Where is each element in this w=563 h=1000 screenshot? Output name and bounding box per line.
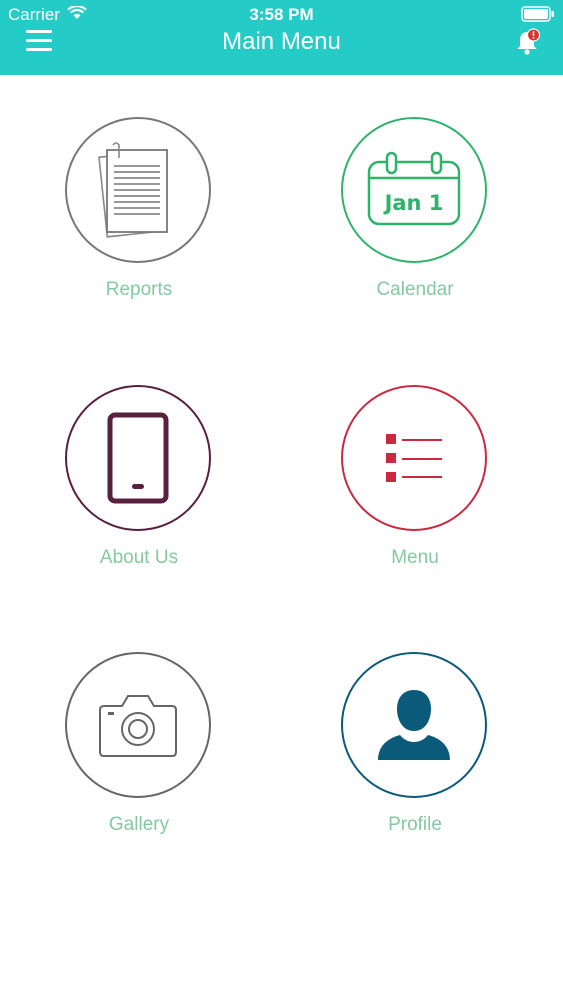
- tile-label: Reports: [105, 279, 173, 300]
- tile-about-us[interactable]: About Us: [39, 385, 239, 585]
- tile-label: Gallery: [108, 814, 170, 835]
- battery-icon: [521, 6, 554, 22]
- tile-label: About Us: [99, 547, 179, 568]
- status-bar: Carrier 3:58 PM: [0, 0, 563, 28]
- list-icon: [386, 434, 442, 482]
- tile-label: Calendar: [376, 279, 454, 300]
- calendar-icon-circle: Jan 1: [341, 117, 487, 263]
- about-icon-circle: [65, 385, 211, 531]
- reports-icon-circle: [65, 117, 211, 263]
- gallery-icon-circle: [65, 652, 211, 798]
- calendar-date-text: Jan 1: [383, 191, 444, 215]
- document-stack-icon: [98, 142, 168, 238]
- tile-label: Profile: [388, 814, 442, 835]
- tile-profile[interactable]: Profile: [315, 652, 515, 852]
- tile-calendar[interactable]: Jan 1 Calendar: [315, 117, 515, 317]
- page-title: Main Menu: [222, 28, 341, 55]
- tablet-icon: [107, 412, 169, 504]
- header-bar: Carrier 3:58 PM Main Menu: [0, 0, 563, 75]
- calendar-icon: Jan 1: [367, 151, 461, 226]
- camera-icon: [99, 695, 177, 757]
- tile-menu[interactable]: Menu: [315, 385, 515, 585]
- menu-icon-circle: [341, 385, 487, 531]
- tile-label: Menu: [391, 547, 439, 568]
- profile-icon-circle: [341, 652, 487, 798]
- tile-reports[interactable]: Reports: [39, 117, 239, 317]
- tile-gallery[interactable]: Gallery: [39, 652, 239, 852]
- user-icon: [378, 690, 450, 760]
- clock-time: 3:58 PM: [249, 5, 314, 24]
- bell-alert-icon[interactable]: [513, 28, 541, 56]
